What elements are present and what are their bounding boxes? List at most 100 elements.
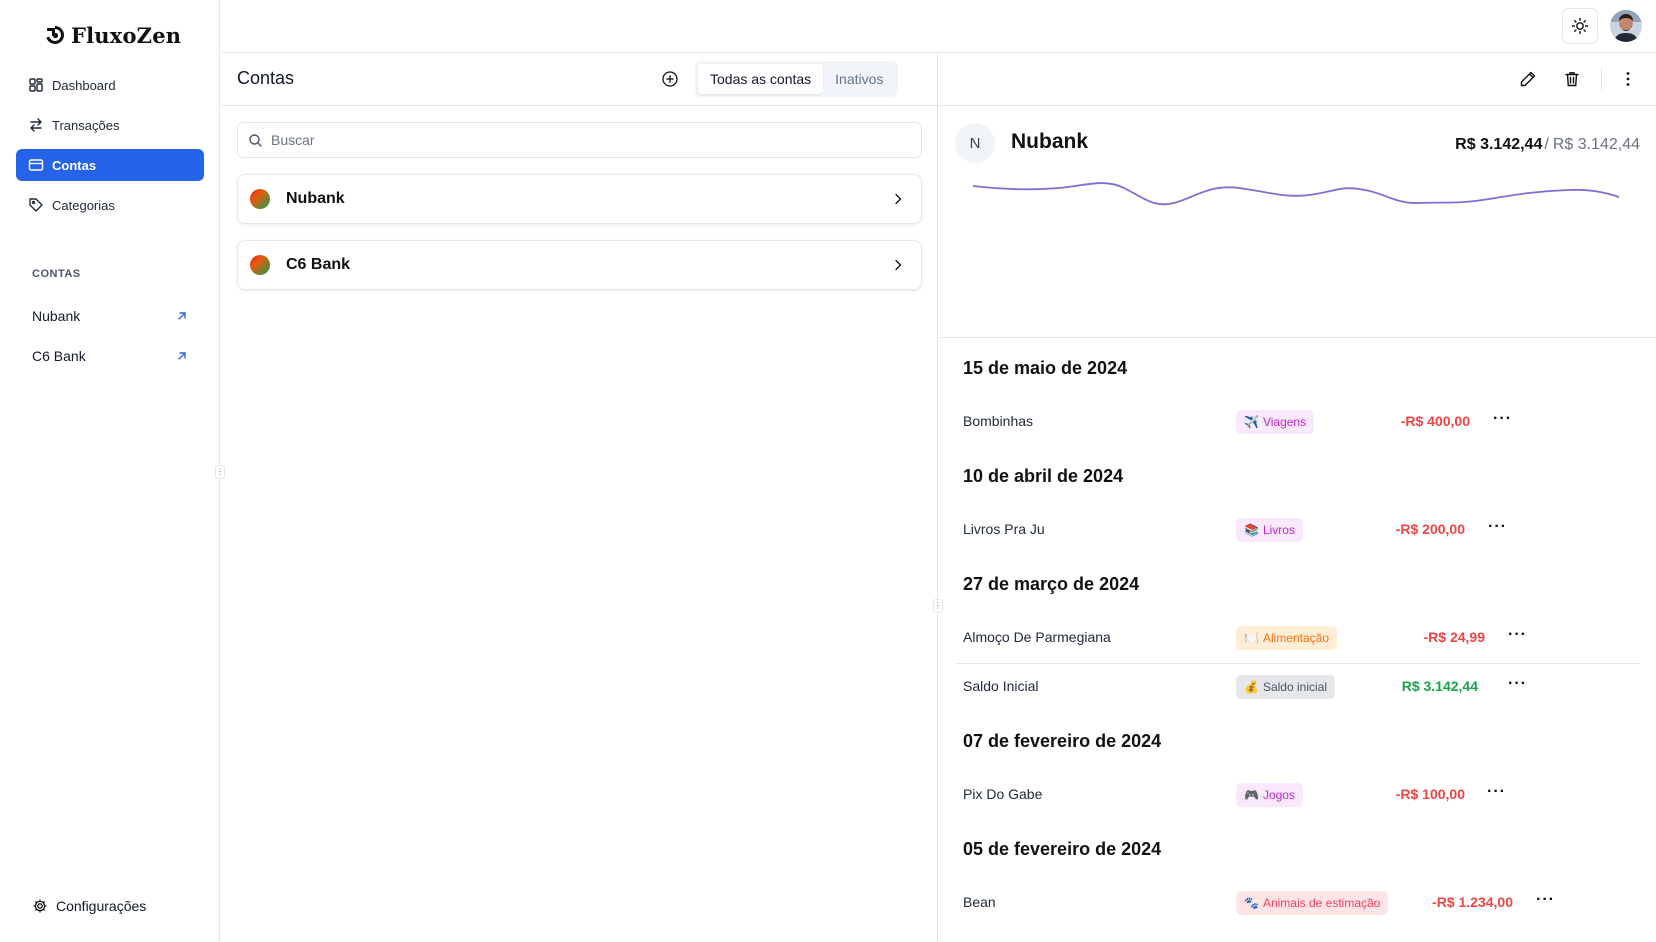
search-field [237,122,922,158]
accounts-filter-tabs: Todas as contas Inativos [695,61,899,97]
settings-link[interactable]: Configurações [32,898,146,914]
account-card-c6bank[interactable]: C6 Bank [237,240,922,290]
plate-icon: 🍽️ [1244,631,1259,645]
transaction-amount: -R$ 400,00 [1400,413,1470,429]
gear-icon [33,899,47,913]
nav-contas-label: Contas [52,157,97,173]
card-icon [28,159,44,171]
tab-all-accounts[interactable]: Todas as contas [698,64,824,94]
transaction-description: Pix Do Gabe [963,786,1043,802]
category-label: Animais de estimação [1262,896,1381,910]
nav-categorias-label: Categorias [52,197,115,213]
search-icon [249,133,262,147]
sidebar-account-c6bank[interactable]: C6 Bank [32,342,188,370]
category-label: Saldo inicial [1262,680,1327,694]
sidebar-account-label: C6 Bank [32,348,86,364]
nav-transacoes-label: Transações [52,117,120,133]
more-options-button[interactable] [1619,70,1637,88]
date-header: 27 de março de 2024 [963,574,1140,594]
accounts-list-header: Contas Todas as contas Inativos [221,53,937,106]
edit-button[interactable] [1519,70,1537,88]
accounts-list-pane: Contas Todas as contas Inativos Nubank C… [221,53,938,942]
transaction-more-button[interactable]: ··· [1493,411,1512,427]
sidebar-account-label: Nubank [32,308,81,324]
search-input[interactable] [271,132,891,148]
transaction-amount: -R$ 100,00 [1395,786,1465,802]
transaction-more-button[interactable]: ··· [1487,784,1506,800]
transaction-amount: -R$ 24,99 [1423,629,1485,645]
transaction-more-button[interactable]: ··· [1536,892,1555,908]
category-label: Livros [1262,523,1295,537]
delete-button[interactable] [1563,70,1581,88]
account-initial-avatar: N [955,123,995,163]
date-header: 15 de maio de 2024 [963,358,1128,378]
category-badge[interactable]: 🍽️ Alimentação [1236,626,1337,650]
transaction-row[interactable]: Almoço De Parmegiana 🍽️ Alimentação -R$ … [955,619,1640,657]
account-card-name: C6 Bank [286,256,351,273]
category-label: Viagens [1262,415,1307,429]
account-detail-pane: N Nubank R$ 3.142,44 / R$ 3.142,44 15 de… [939,53,1656,942]
tag-icon [29,198,43,212]
sidebar-account-nubank[interactable]: Nubank [32,302,188,330]
transaction-row[interactable]: Bombinhas ✈️ Viagens -R$ 400,00 ··· [955,403,1640,441]
date-header: 07 de fevereiro de 2024 [963,731,1162,751]
nav-dashboard-label: Dashboard [52,77,116,93]
arrow-up-right-icon [178,312,186,320]
accounts-section-label: CONTAS [32,268,81,280]
arrows-icon [30,118,42,132]
detail-toolbar [939,53,1656,106]
account-color-dot [250,255,270,275]
transaction-row[interactable]: Livros Pra Ju 📚 Livros -R$ 200,00 ··· [955,511,1640,549]
account-color-dot [250,189,270,209]
account-summary: N Nubank R$ 3.142,44 / R$ 3.142,44 [939,106,1656,338]
category-badge[interactable]: 📚 Livros [1236,518,1303,542]
add-account-button[interactable] [661,70,679,88]
grid-icon [29,78,43,92]
sun-icon [1571,17,1589,35]
transaction-row[interactable]: Pix Do Gabe 🎮 Jogos -R$ 100,00 ··· [955,776,1640,814]
transaction-more-button[interactable]: ··· [1508,676,1527,692]
category-badge[interactable]: 💰 Saldo inicial [1236,675,1335,699]
toolbar-divider [1601,67,1602,91]
category-badge[interactable]: ✈️ Viagens [1236,410,1315,434]
airplane-icon: ✈️ [1244,415,1259,429]
chevron-right-icon [895,259,902,271]
paw-icon: 🐾 [1244,896,1259,910]
sidebar: FluxoZen Dashboard Transações Contas Cat… [0,0,220,942]
account-card-nubank[interactable]: Nubank [237,174,922,224]
date-header: 10 de abril de 2024 [963,466,1124,486]
theme-toggle-button[interactable] [1562,8,1598,44]
category-badge[interactable]: 🐾 Animais de estimação [1236,891,1389,915]
tab-inactive[interactable]: Inativos [823,64,895,94]
top-bar [221,0,1656,53]
transaction-row[interactable]: Saldo Inicial 💰 Saldo inicial R$ 3.142,4… [955,663,1640,701]
app-name: FluxoZen [71,22,182,48]
transaction-amount: R$ 3.142,44 [1401,678,1478,694]
money-bag-icon: 💰 [1244,680,1259,694]
nav-categorias[interactable]: Categorias [16,189,204,221]
nav-transacoes[interactable]: Transações [16,109,204,141]
total-balance: R$ 3.142,44 [1552,136,1640,153]
app-logo[interactable]: FluxoZen [45,20,181,50]
category-badge[interactable]: 🎮 Jogos [1236,783,1303,807]
nav-dashboard[interactable]: Dashboard [16,69,204,101]
avatar-image [1610,10,1642,42]
transaction-description: Saldo Inicial [963,678,1039,694]
account-name: Nubank [1011,130,1089,153]
transaction-description: Bombinhas [963,413,1034,429]
current-balance: R$ 3.142,44 [1455,136,1543,153]
books-icon: 📚 [1244,523,1259,537]
transaction-more-button[interactable]: ··· [1488,519,1507,535]
account-balance: R$ 3.142,44 / R$ 3.142,44 [1455,136,1640,154]
category-label: Alimentação [1262,631,1329,645]
transaction-description: Bean [963,894,996,910]
chevron-right-icon [895,193,902,205]
transaction-amount: -R$ 1.234,00 [1432,894,1513,910]
transaction-description: Almoço De Parmegiana [963,629,1111,645]
nav-contas[interactable]: Contas [16,149,204,181]
arrow-up-right-icon [178,352,186,360]
transaction-row[interactable]: Bean 🐾 Animais de estimação -R$ 1.234,00… [955,884,1640,922]
account-card-name: Nubank [286,190,345,207]
user-avatar[interactable] [1610,10,1642,42]
transaction-more-button[interactable]: ··· [1508,627,1527,643]
